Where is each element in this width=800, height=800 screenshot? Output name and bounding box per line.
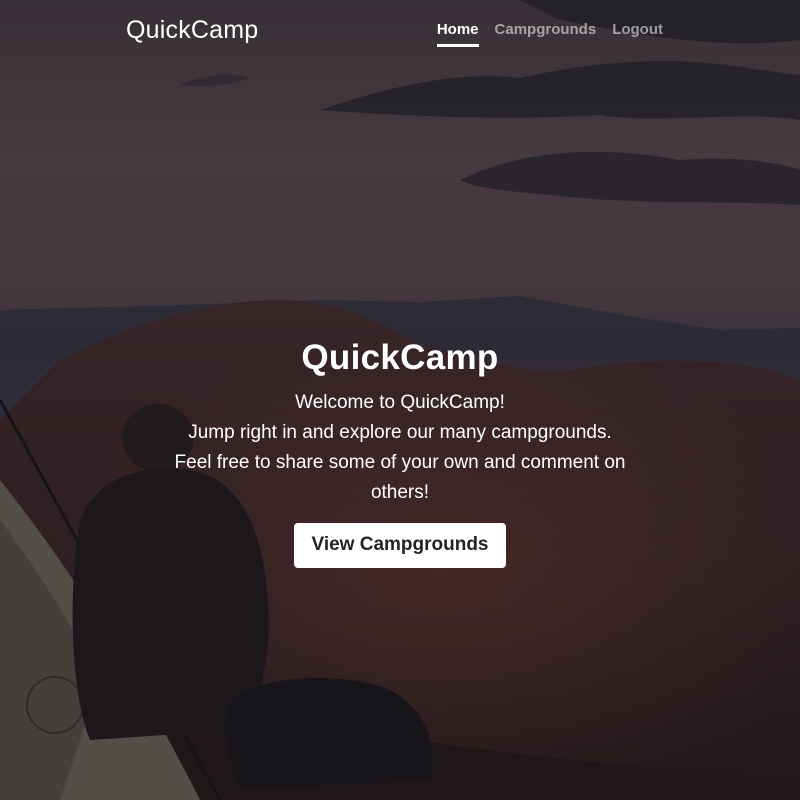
nav-link-home[interactable]: Home bbox=[436, 21, 479, 47]
hero-lead-line: Feel free to share some of your own and … bbox=[174, 452, 626, 503]
navbar-links: Home Campgrounds Logout bbox=[436, 21, 663, 47]
view-campgrounds-button[interactable]: View Campgrounds bbox=[294, 523, 506, 568]
hero-title: QuickCamp bbox=[301, 338, 499, 377]
hero-lead-line: Welcome to QuickCamp! bbox=[295, 392, 505, 413]
hero-lead-line: Jump right in and explore our many campg… bbox=[188, 422, 612, 443]
nav-link-logout[interactable]: Logout bbox=[612, 21, 663, 47]
nav-link-campgrounds[interactable]: Campgrounds bbox=[495, 21, 597, 47]
hero-section: QuickCamp Welcome to QuickCamp! Jump rig… bbox=[0, 338, 800, 568]
navbar-brand[interactable]: QuickCamp bbox=[126, 16, 258, 45]
landing-page: QuickCamp Home Campgrounds Logout QuickC… bbox=[0, 0, 800, 800]
hero-lead: Welcome to QuickCamp! Jump right in and … bbox=[165, 388, 635, 508]
navbar: QuickCamp Home Campgrounds Logout bbox=[0, 0, 800, 62]
